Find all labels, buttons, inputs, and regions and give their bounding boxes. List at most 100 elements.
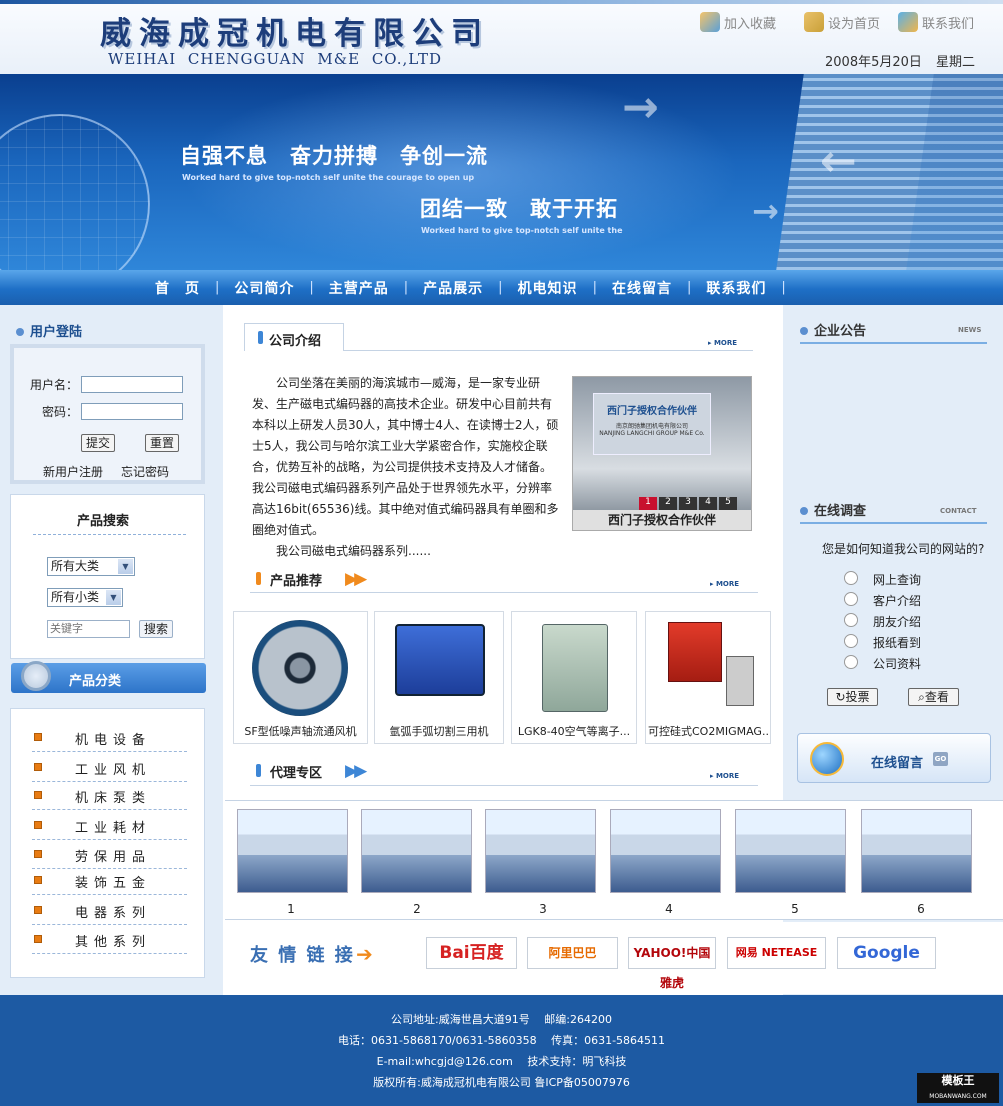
survey-tag: CONTACT — [940, 507, 977, 515]
nav-guestbook[interactable]: 在线留言 — [597, 278, 687, 298]
hero-banner: → ← → 自强不息 奋力拼搏 争创一流 Worked hard to give… — [0, 74, 1003, 270]
divider — [250, 592, 758, 593]
category-label: 劳保用品 — [75, 850, 152, 865]
category-item-hardware[interactable]: 装饰五金 — [32, 869, 187, 895]
category-item-machine-pumps[interactable]: 机床泵类 — [32, 784, 187, 810]
view-results-button[interactable]: ⌕查看 — [908, 688, 959, 706]
contact-us-link[interactable]: 联系我们 — [898, 12, 974, 32]
survey-option-5: 公司资料 — [873, 657, 922, 671]
agent-photo-4[interactable] — [610, 809, 721, 893]
survey-radio-4[interactable] — [844, 634, 858, 648]
slogan-1-sub: Worked hard to give top-notch self unite… — [182, 173, 475, 182]
photo-page-3[interactable]: 3 — [679, 497, 697, 510]
keyword-input[interactable] — [47, 620, 130, 638]
link-netease[interactable]: 网易 NETEASE — [727, 937, 826, 969]
survey-radio-5[interactable] — [844, 655, 858, 669]
category-item-electromechanical[interactable]: 机电设备 — [32, 726, 187, 752]
vote-button[interactable]: ↻投票 — [827, 688, 878, 706]
divider — [250, 785, 758, 786]
tab-marker-icon — [258, 331, 263, 344]
agent-number: 6 — [917, 902, 925, 916]
category-item-industrial-fans[interactable]: 工业风机 — [32, 756, 187, 782]
photo-page-1[interactable]: 1 — [639, 497, 657, 510]
globe-icon — [810, 742, 844, 776]
nav-knowledge[interactable]: 机电知识 — [503, 278, 593, 298]
link-google[interactable]: Google — [837, 937, 936, 969]
arrow-right-icon: → — [622, 82, 659, 133]
password-input[interactable] — [81, 403, 183, 420]
square-bullet-icon — [34, 791, 42, 799]
intro-more-link[interactable]: ▸ MORE — [708, 339, 737, 347]
category-label: 装饰五金 — [75, 876, 152, 891]
square-bullet-icon — [34, 906, 42, 914]
agent-more-link[interactable]: ▸ MORE — [710, 772, 739, 780]
submit-button[interactable]: 提交 — [81, 434, 115, 452]
agent-photo-5[interactable] — [735, 809, 846, 893]
login-panel: 用户名： 密码： 提交 重置 新用户注册 忘记密码 — [10, 344, 205, 484]
homepage-icon — [804, 12, 824, 32]
view-results-label: 查看 — [924, 690, 949, 704]
notice-title: 企业公告 — [814, 324, 867, 339]
product-card-welder[interactable]: 氩弧手弧切割三用机 — [374, 611, 504, 744]
category1-select[interactable]: 所有大类 ▼ — [47, 557, 135, 576]
divider — [33, 534, 186, 535]
search-button[interactable]: 搜索 — [139, 620, 173, 638]
photo-page-4[interactable]: 4 — [699, 497, 717, 510]
watermark-logo: 模板王 MOBANWANG.COM — [917, 1073, 999, 1103]
nav-product-showcase[interactable]: 产品展示 — [408, 278, 498, 298]
recommend-more-link[interactable]: ▸ MORE — [710, 580, 739, 588]
category-item-electrical[interactable]: 电器系列 — [32, 899, 187, 925]
category-item-consumables[interactable]: 工业耗材 — [32, 814, 187, 840]
product-card-co2-welder[interactable]: 可控硅式CO2MIGMAG... — [645, 611, 771, 744]
survey-option-1: 网上查询 — [873, 573, 922, 587]
tab-company-intro[interactable]: 公司介绍 — [244, 323, 344, 351]
agent-photo-2[interactable] — [361, 809, 472, 893]
survey-question: 您是如何知道我公司的网站的? — [822, 542, 985, 556]
product-name: 氩弧手弧切割三用机 — [389, 725, 489, 738]
survey-radio-3[interactable] — [844, 613, 858, 627]
photo-sign-subtext: 南京朗驰集团机电有限公司 NANJING LANGCHI GROUP M&E C… — [599, 423, 705, 437]
category2-select[interactable]: 所有小类 ▼ — [47, 588, 123, 607]
add-favorite-link[interactable]: 加入收藏 — [700, 12, 776, 32]
register-link[interactable]: 新用户注册 — [43, 463, 103, 480]
slogan-2: 团结一致 敢于开拓 — [420, 196, 618, 221]
photo-sign: 西门子授权合作伙伴 南京朗驰集团机电有限公司 NANJING LANGCHI G… — [593, 393, 711, 455]
intro-paragraph-1: 公司坐落在美丽的海滨城市—威海，是一家专业研发、生产磁电式编码器的高技术企业。研… — [252, 376, 559, 474]
link-yahoo[interactable]: YAHOO!中国雅虎 — [628, 937, 716, 990]
contact-icon — [898, 12, 918, 32]
link-baidu[interactable]: Bai百度 — [426, 937, 517, 969]
product-image-plasma — [516, 616, 632, 716]
nav-about[interactable]: 公司简介 — [219, 278, 309, 298]
forgot-password-link[interactable]: 忘记密码 — [121, 463, 169, 480]
login-title: 用户登陆 — [30, 325, 83, 340]
username-input[interactable] — [81, 376, 183, 393]
agent-number: 5 — [791, 902, 799, 916]
wire-feeder-shape — [726, 656, 754, 706]
nav-main-products[interactable]: 主营产品 — [314, 278, 404, 298]
product-card-fan[interactable]: SF型低噪声轴流通风机 — [233, 611, 368, 744]
agent-photo-1[interactable] — [237, 809, 348, 893]
category-item-safety[interactable]: 劳保用品 — [32, 843, 187, 869]
guestbook-button[interactable]: 在线留言 GO — [797, 733, 991, 783]
agent-photo-3[interactable] — [485, 809, 596, 893]
set-homepage-link[interactable]: 设为首页 — [804, 12, 880, 32]
section-marker-icon — [256, 572, 261, 585]
agent-photo-6[interactable] — [861, 809, 972, 893]
reset-button[interactable]: 重置 — [145, 434, 179, 452]
link-alibaba[interactable]: 阿里巴巴 — [527, 937, 618, 969]
photo-page-5[interactable]: 5 — [719, 497, 737, 510]
friend-links-title: 友 情 链 接 — [250, 945, 355, 966]
product-card-plasma[interactable]: LGK8-40空气等离子... — [511, 611, 637, 744]
company-photo[interactable]: 西门子授权合作伙伴 南京朗驰集团机电有限公司 NANJING LANGCHI G… — [572, 376, 752, 531]
category-item-other[interactable]: 其他系列 — [32, 928, 187, 954]
nav-home[interactable]: 首 页 — [140, 278, 215, 298]
square-bullet-icon — [34, 850, 42, 858]
slogan-1: 自强不息 奋力拼搏 争创一流 — [180, 143, 488, 168]
survey-radio-2[interactable] — [844, 592, 858, 606]
divider — [343, 350, 753, 351]
survey-radio-1[interactable] — [844, 571, 858, 585]
intro-text: 公司坐落在美丽的海滨城市—威海，是一家专业研发、生产磁电式编码器的高技术企业。研… — [252, 373, 562, 562]
photo-page-2[interactable]: 2 — [659, 497, 677, 510]
magnifier-icon — [21, 661, 51, 691]
nav-contact[interactable]: 联系我们 — [691, 278, 781, 298]
